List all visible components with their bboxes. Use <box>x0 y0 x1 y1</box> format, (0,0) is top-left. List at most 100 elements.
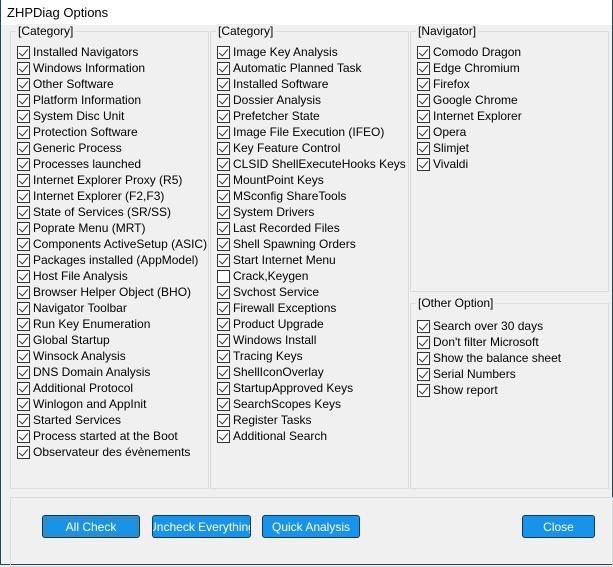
checkbox-checked-icon[interactable] <box>217 429 230 443</box>
checkbox-checked-icon[interactable] <box>217 125 230 139</box>
option-checkbox[interactable]: Svchost Service <box>217 284 319 300</box>
close-button[interactable]: Close <box>522 515 595 538</box>
option-checkbox[interactable]: Tracing Keys <box>217 348 303 364</box>
checkbox-checked-icon[interactable] <box>17 445 30 459</box>
option-checkbox[interactable]: Firefox <box>417 76 470 92</box>
option-checkbox[interactable]: Observateur des évènements <box>17 444 190 460</box>
checkbox-checked-icon[interactable] <box>417 157 430 171</box>
option-checkbox[interactable]: Host File Analysis <box>17 268 128 284</box>
checkbox-checked-icon[interactable] <box>217 413 230 427</box>
checkbox-checked-icon[interactable] <box>417 141 430 155</box>
option-checkbox[interactable]: Google Chrome <box>417 92 518 108</box>
checkbox-checked-icon[interactable] <box>417 351 430 365</box>
checkbox-checked-icon[interactable] <box>17 157 30 171</box>
option-checkbox[interactable]: Additional Search <box>217 428 327 444</box>
option-checkbox[interactable]: Windows Information <box>17 60 145 76</box>
option-checkbox[interactable]: Dossier Analysis <box>217 92 321 108</box>
checkbox-checked-icon[interactable] <box>17 189 30 203</box>
option-checkbox[interactable]: DNS Domain Analysis <box>17 364 150 380</box>
checkbox-checked-icon[interactable] <box>217 173 230 187</box>
checkbox-checked-icon[interactable] <box>217 109 230 123</box>
checkbox-checked-icon[interactable] <box>17 205 30 219</box>
option-checkbox[interactable]: System Disc Unit <box>17 108 124 124</box>
checkbox-checked-icon[interactable] <box>17 397 30 411</box>
checkbox-checked-icon[interactable] <box>17 269 30 283</box>
option-checkbox[interactable]: Search over 30 days <box>417 318 543 334</box>
option-checkbox[interactable]: Winlogon and AppInit <box>17 396 146 412</box>
option-checkbox[interactable]: Run Key Enumeration <box>17 316 150 332</box>
checkbox-checked-icon[interactable] <box>17 285 30 299</box>
checkbox-checked-icon[interactable] <box>17 429 30 443</box>
option-checkbox[interactable]: Processes launched <box>17 156 141 172</box>
quick-analysis-button[interactable]: Quick Analysis <box>262 515 360 538</box>
checkbox-checked-icon[interactable] <box>17 77 30 91</box>
option-checkbox[interactable]: Crack,Keygen <box>217 268 308 284</box>
option-checkbox[interactable]: MSconfig ShareTools <box>217 188 346 204</box>
option-checkbox[interactable]: Firewall Exceptions <box>217 300 336 316</box>
option-checkbox[interactable]: Register Tasks <box>217 412 311 428</box>
checkbox-checked-icon[interactable] <box>217 77 230 91</box>
option-checkbox[interactable]: MountPoint Keys <box>217 172 324 188</box>
checkbox-checked-icon[interactable] <box>217 301 230 315</box>
checkbox-checked-icon[interactable] <box>17 301 30 315</box>
option-checkbox[interactable]: State of Services (SR/SS) <box>17 204 171 220</box>
option-checkbox[interactable]: ShellIconOverlay <box>217 364 324 380</box>
checkbox-checked-icon[interactable] <box>217 317 230 331</box>
option-checkbox[interactable]: Poprate Menu (MRT) <box>17 220 145 236</box>
checkbox-checked-icon[interactable] <box>417 335 430 349</box>
option-checkbox[interactable]: Edge Chromium <box>417 60 520 76</box>
option-checkbox[interactable]: SearchScopes Keys <box>217 396 341 412</box>
checkbox-checked-icon[interactable] <box>417 367 430 381</box>
option-checkbox[interactable]: Packages installed (AppModel) <box>17 252 198 268</box>
checkbox-checked-icon[interactable] <box>217 397 230 411</box>
option-checkbox[interactable]: Installed Software <box>217 76 328 92</box>
checkbox-checked-icon[interactable] <box>217 61 230 75</box>
option-checkbox[interactable]: Start Internet Menu <box>217 252 336 268</box>
checkbox-checked-icon[interactable] <box>217 253 230 267</box>
option-checkbox[interactable]: Image Key Analysis <box>217 44 338 60</box>
checkbox-checked-icon[interactable] <box>217 205 230 219</box>
option-checkbox[interactable]: Windows Install <box>217 332 316 348</box>
checkbox-checked-icon[interactable] <box>217 333 230 347</box>
checkbox-checked-icon[interactable] <box>17 333 30 347</box>
option-checkbox[interactable]: Additional Protocol <box>17 380 133 396</box>
checkbox-checked-icon[interactable] <box>17 253 30 267</box>
option-checkbox[interactable]: StartupApproved Keys <box>217 380 353 396</box>
checkbox-unchecked-icon[interactable] <box>217 269 230 283</box>
all-check-button[interactable]: All Check <box>42 515 140 538</box>
option-checkbox[interactable]: Internet Explorer Proxy (R5) <box>17 172 182 188</box>
option-checkbox[interactable]: Serial Numbers <box>417 366 516 382</box>
checkbox-checked-icon[interactable] <box>17 45 30 59</box>
option-checkbox[interactable]: Installed Navigators <box>17 44 138 60</box>
checkbox-checked-icon[interactable] <box>217 365 230 379</box>
checkbox-checked-icon[interactable] <box>217 141 230 155</box>
checkbox-checked-icon[interactable] <box>17 349 30 363</box>
checkbox-checked-icon[interactable] <box>17 125 30 139</box>
option-checkbox[interactable]: Internet Explorer <box>417 108 522 124</box>
option-checkbox[interactable]: Protection Software <box>17 124 138 140</box>
checkbox-checked-icon[interactable] <box>17 221 30 235</box>
checkbox-checked-icon[interactable] <box>417 383 430 397</box>
option-checkbox[interactable]: Winsock Analysis <box>17 348 126 364</box>
checkbox-checked-icon[interactable] <box>17 413 30 427</box>
option-checkbox[interactable]: Other Software <box>17 76 114 92</box>
checkbox-checked-icon[interactable] <box>217 93 230 107</box>
checkbox-checked-icon[interactable] <box>17 61 30 75</box>
option-checkbox[interactable]: Last Recorded Files <box>217 220 340 236</box>
checkbox-checked-icon[interactable] <box>417 125 430 139</box>
option-checkbox[interactable]: Slimjet <box>417 140 469 156</box>
checkbox-checked-icon[interactable] <box>417 61 430 75</box>
option-checkbox[interactable]: Product Upgrade <box>217 316 324 332</box>
checkbox-checked-icon[interactable] <box>17 317 30 331</box>
checkbox-checked-icon[interactable] <box>417 93 430 107</box>
option-checkbox[interactable]: Image File Execution (IFEO) <box>217 124 384 140</box>
checkbox-checked-icon[interactable] <box>17 381 30 395</box>
option-checkbox[interactable]: CLSID ShellExecuteHooks Keys <box>217 156 406 172</box>
option-checkbox[interactable]: Global Startup <box>17 332 110 348</box>
checkbox-checked-icon[interactable] <box>217 221 230 235</box>
checkbox-checked-icon[interactable] <box>17 93 30 107</box>
option-checkbox[interactable]: Key Feature Control <box>217 140 340 156</box>
checkbox-checked-icon[interactable] <box>417 109 430 123</box>
option-checkbox[interactable]: Prefetcher State <box>217 108 320 124</box>
uncheck-everything-button[interactable]: Uncheck Everything <box>152 515 251 538</box>
